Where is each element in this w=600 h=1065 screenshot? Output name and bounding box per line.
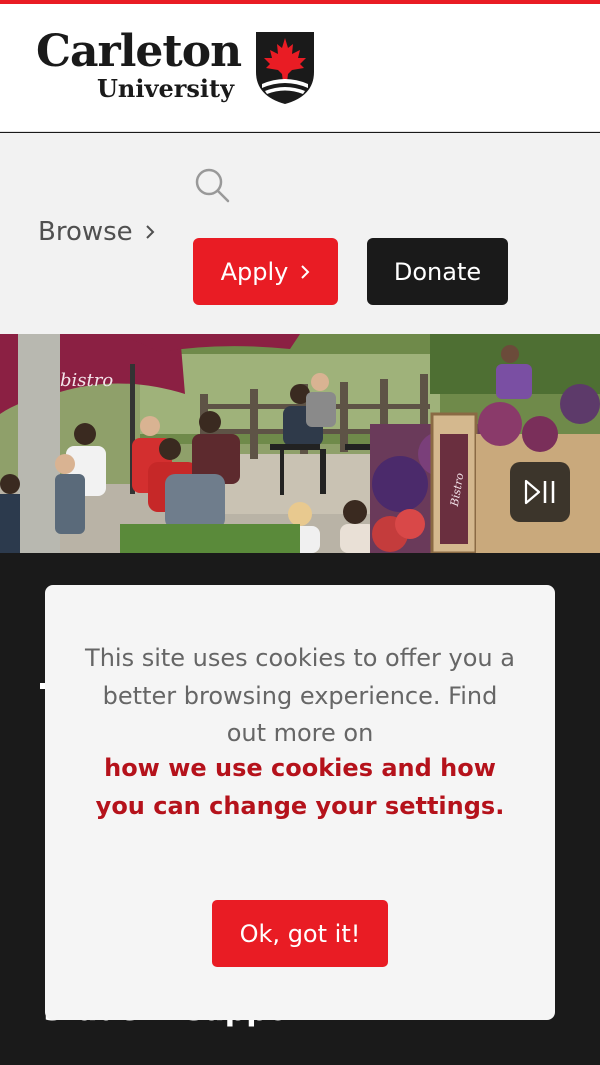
accept-cookies-button[interactable]: Ok, got it! [212,900,388,967]
donate-label: Donate [393,257,482,286]
main-navigation: Browse Apply Donate [0,133,600,334]
maple-leaf-shield-icon [256,32,314,104]
search-button[interactable] [188,161,236,209]
cookie-message: This site uses cookies to offer you a be… [85,644,515,747]
cookie-policy-link[interactable]: how we use cookies and how you can chang… [85,750,515,825]
browse-menu-toggle[interactable]: Browse [38,215,155,249]
hero-image: bistro Bistro [0,334,600,553]
site-header: Carleton University [0,4,600,132]
apply-label: Apply [220,257,289,286]
browse-label: Browse [38,217,133,247]
logo-wordmark-carleton: Carleton [36,26,242,77]
umbrella-text: bistro [60,370,113,391]
cookie-consent-dialog: This site uses cookies to offer you a be… [45,585,555,1020]
chevron-right-icon [145,224,155,240]
chevron-right-icon [300,264,310,280]
logo-wordmark-university: University [97,74,235,103]
patio-photo: bistro Bistro [0,334,600,553]
apply-button[interactable]: Apply [193,238,338,305]
play-pause-icon [524,479,555,505]
search-icon [195,168,230,203]
play-pause-button[interactable] [510,462,570,522]
carleton-logo[interactable]: Carleton University [36,28,326,112]
donate-button[interactable]: Donate [367,238,508,305]
